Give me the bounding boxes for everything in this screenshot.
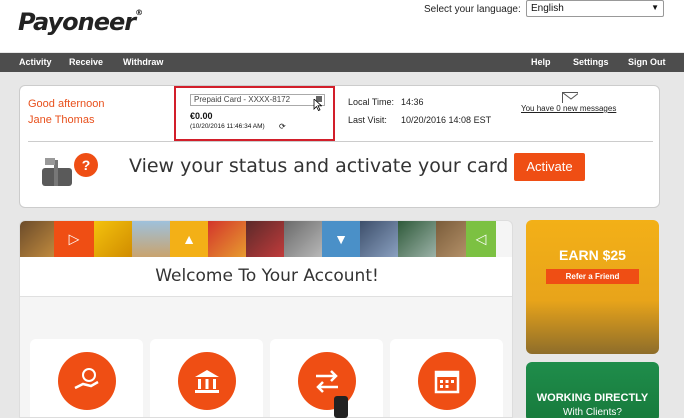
payoneer-logo[interactable]: Payoneer® [18, 8, 143, 36]
nav-help[interactable]: Help [531, 57, 551, 67]
bank-icon [178, 352, 236, 410]
divider [28, 141, 653, 142]
hand-globe-icon [58, 352, 116, 410]
banner-image [246, 221, 284, 257]
banner-image [360, 221, 398, 257]
card-selector-highlight: Prepaid Card - XXXX-8172 €0.00 (10/20/20… [174, 86, 335, 141]
banner-image [94, 221, 132, 257]
last-visit: 10/20/2016 14:08 EST [401, 115, 492, 125]
user-name: Jane Thomas [28, 114, 95, 126]
card-balance: €0.00 [190, 111, 213, 121]
banner-image [284, 221, 322, 257]
banner-strip: ▷ ▲ ▼ ◁ [20, 221, 512, 257]
earn-text: EARN $25 [559, 247, 626, 263]
down-arrow-icon: ▼ [334, 231, 348, 247]
balance-timestamp: (10/20/2016 11:46:34 AM) [190, 123, 265, 130]
greeting: Good afternoon [28, 98, 105, 110]
banner-image [208, 221, 246, 257]
nav-activity[interactable]: Activity [19, 57, 52, 67]
play-icon: ▷ [68, 230, 80, 247]
calendar-tile[interactable] [390, 339, 503, 417]
mailbox-icon: ? [42, 153, 98, 186]
chevron-down-icon: ▼ [651, 3, 659, 12]
svg-text:?: ? [82, 157, 91, 173]
messages-link[interactable]: You have 0 new messages [521, 104, 616, 113]
card-select[interactable]: Prepaid Card - XXXX-8172 [190, 94, 325, 106]
bank-tile[interactable] [150, 339, 263, 417]
mouse-cursor-icon [313, 99, 322, 111]
banner-image [436, 221, 466, 257]
working-directly-banner[interactable]: WORKING DIRECTLY With Clients? [526, 362, 659, 418]
banner-tile: ▲ [170, 221, 208, 257]
welcome-panel: ▷ ▲ ▼ ◁ Welcome To Your Account! [19, 220, 513, 418]
nav-settings[interactable]: Settings [573, 57, 609, 67]
refresh-icon[interactable]: ⟳ [279, 122, 286, 131]
receive-tile[interactable] [30, 339, 143, 417]
refer-friend-button[interactable]: Refer a Friend [546, 269, 639, 284]
banner-image [20, 221, 54, 257]
nav-receive[interactable]: Receive [69, 57, 103, 67]
last-visit-label: Last Visit: [348, 115, 387, 125]
language-value: English [531, 3, 564, 14]
top-bar: Payoneer® Select your language: English … [0, 0, 684, 52]
nav-signout[interactable]: Sign Out [628, 57, 666, 67]
nav-withdraw[interactable]: Withdraw [123, 57, 163, 67]
banner-tile: ◁ [466, 221, 496, 257]
calendar-icon [418, 352, 476, 410]
banner-tile: ▼ [322, 221, 360, 257]
activate-button[interactable]: Activate [514, 153, 585, 181]
local-time-label: Local Time: [348, 97, 395, 107]
card-select-value: Prepaid Card - XXXX-8172 [194, 95, 291, 104]
up-arrow-icon: ▲ [182, 231, 196, 247]
banner-tile: ▷ [54, 221, 94, 257]
mail-icon[interactable] [562, 92, 578, 103]
status-message: View your status and activate your card [129, 155, 509, 177]
welcome-header: Welcome To Your Account! [20, 257, 512, 297]
with-clients-text: With Clients? [563, 407, 622, 418]
scroll-handle[interactable] [334, 396, 348, 418]
main-nav: Activity Receive Withdraw Help Settings … [0, 53, 684, 72]
language-select[interactable]: English ▼ [526, 0, 664, 17]
back-icon: ◁ [475, 230, 487, 247]
welcome-title: Welcome To Your Account! [155, 266, 379, 286]
referral-banner[interactable]: EARN $25 Refer a Friend [526, 220, 659, 354]
transfer-tile[interactable] [270, 339, 383, 417]
local-time: 14:36 [401, 97, 424, 107]
language-label: Select your language: [424, 4, 521, 15]
account-panel: Good afternoon Jane Thomas Prepaid Card … [19, 85, 660, 208]
working-directly-text: WORKING DIRECTLY [536, 392, 649, 404]
banner-image [398, 221, 436, 257]
banner-image [132, 221, 170, 257]
